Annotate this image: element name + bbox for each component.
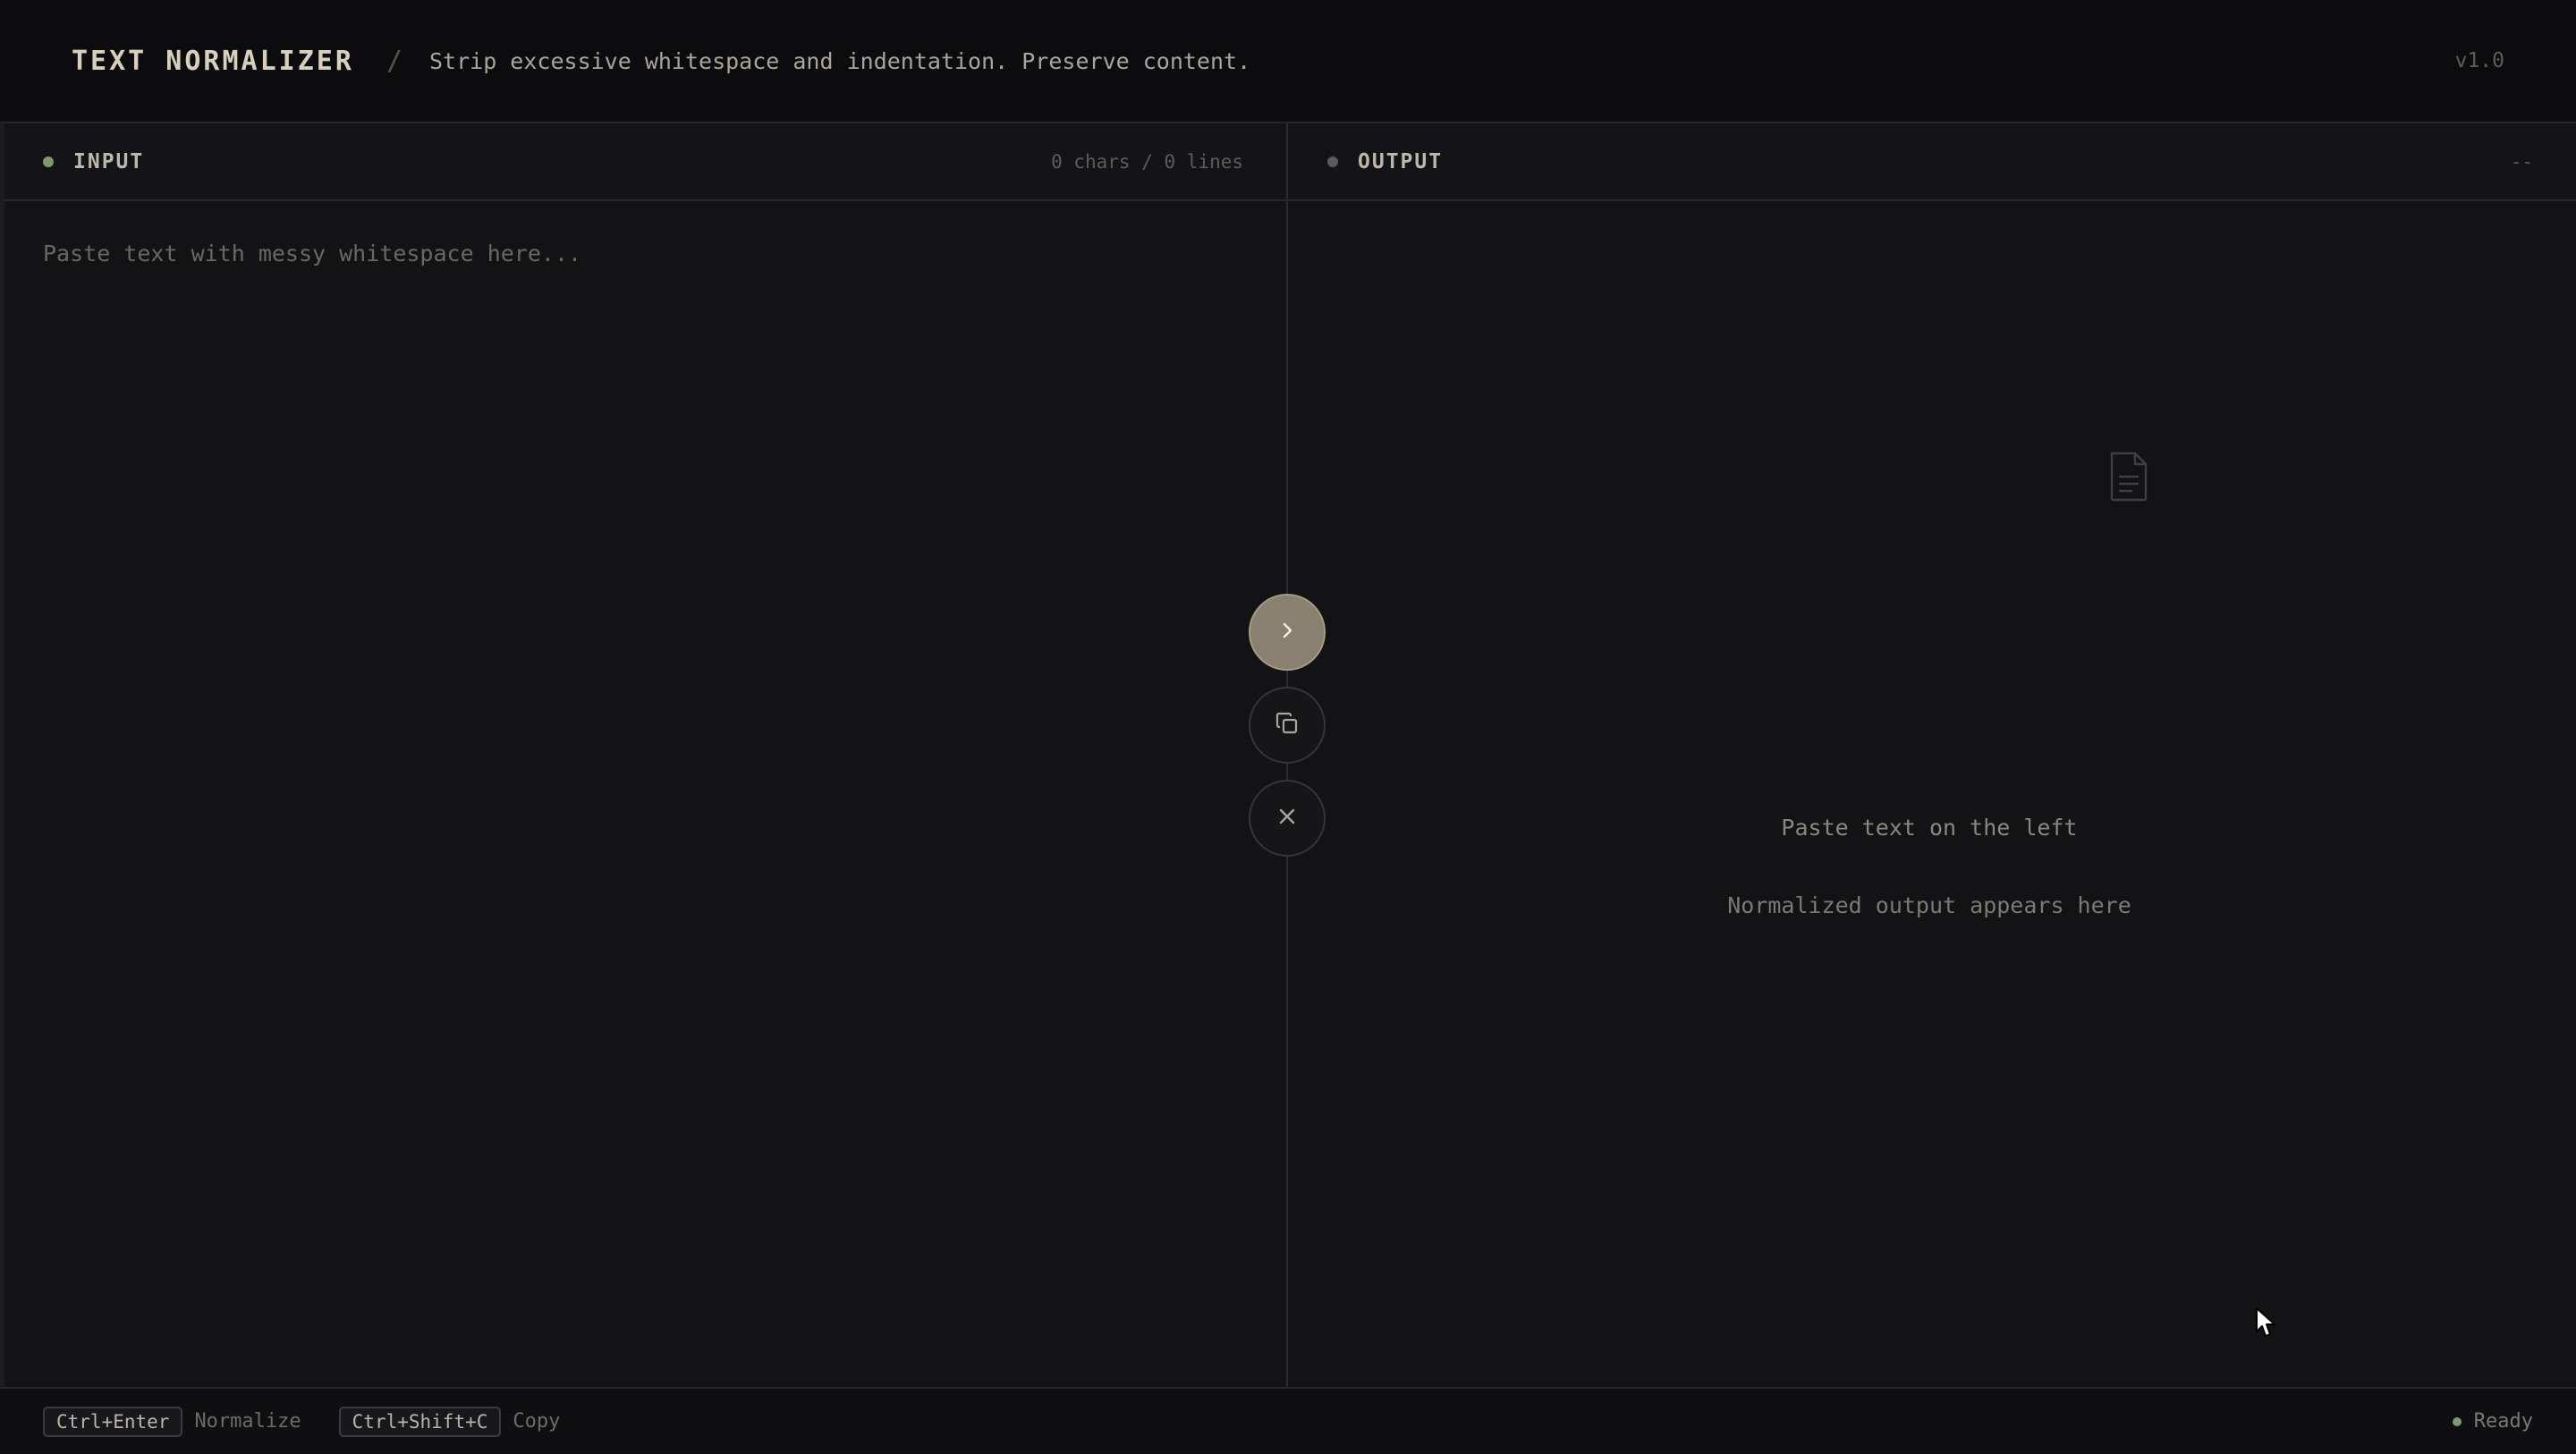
input-char-count: 0 chars / 0 lines — [1051, 150, 1243, 173]
shortcut-desc-normalize: Normalize — [194, 1410, 301, 1433]
mouse-cursor-icon — [2255, 1306, 2278, 1342]
app-subtitle: Strip excessive whitespace and indentati… — [429, 47, 1251, 74]
chevron-right-icon — [1277, 621, 1297, 644]
output-panel: OUTPUT -- Paste text on the left Normali… — [1288, 123, 2576, 1387]
input-status-dot — [43, 156, 54, 167]
app-header: TEXT NORMALIZER / Strip excessive whites… — [0, 0, 2576, 123]
clear-button[interactable] — [1249, 780, 1326, 857]
normalize-button[interactable] — [1249, 594, 1326, 671]
input-panel: INPUT 0 chars / 0 lines — [0, 123, 1286, 1387]
version-label: v1.0 — [2454, 49, 2504, 72]
output-panel-header: OUTPUT -- — [1288, 123, 2576, 201]
status-dot — [2452, 1416, 2462, 1426]
shortcut-key-copy: Ctrl+Shift+C — [338, 1406, 502, 1437]
output-panel-label: OUTPUT — [1358, 149, 1444, 173]
app-root: TEXT NORMALIZER / Strip excessive whites… — [0, 0, 2576, 1454]
footer-bar: Ctrl+Enter Normalize Ctrl+Shift+C Copy R… — [0, 1387, 2576, 1454]
input-panel-label: INPUT — [73, 149, 145, 173]
output-meta: -- — [2510, 150, 2533, 173]
output-status-dot — [1327, 156, 1338, 167]
status-indicator: Ready — [2452, 1410, 2533, 1433]
shortcut-key-normalize: Ctrl+Enter — [43, 1406, 183, 1437]
input-textarea[interactable] — [4, 201, 1286, 1387]
shortcut-desc-copy: Copy — [513, 1410, 561, 1433]
output-empty-subtitle: Normalized output appears here — [1727, 892, 2131, 918]
input-panel-header: INPUT 0 chars / 0 lines — [4, 123, 1286, 201]
app-title: TEXT NORMALIZER — [72, 45, 354, 77]
status-text: Ready — [2473, 1410, 2533, 1433]
output-empty-state: Paste text on the left Normalized output… — [1288, 201, 2576, 1387]
document-icon — [2106, 450, 2151, 507]
copy-icon — [1274, 710, 1301, 740]
output-empty-title: Paste text on the left — [1781, 815, 2078, 841]
copy-button[interactable] — [1249, 687, 1326, 764]
title-separator: / — [386, 45, 402, 77]
close-icon — [1276, 806, 1298, 831]
